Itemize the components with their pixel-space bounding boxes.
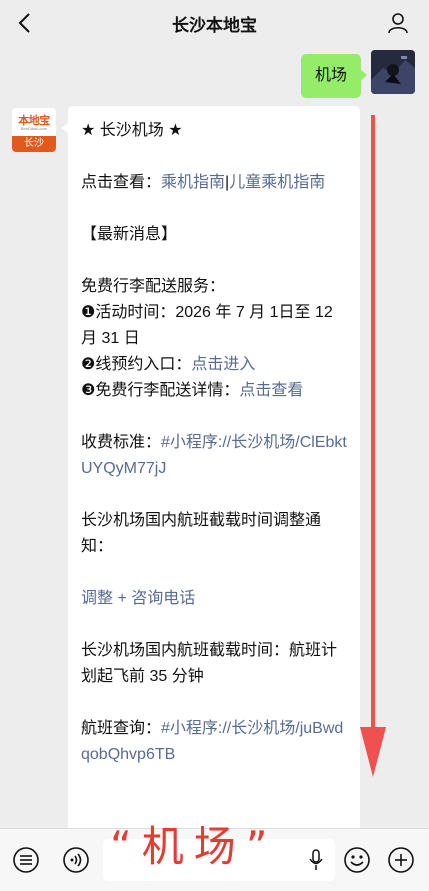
query-prefix: 航班查询： [81,720,162,737]
view-links-line: 点击查看：乘机指南|儿童乘机指南 [81,170,348,196]
menu-list-icon[interactable] [12,846,40,874]
link-service-details[interactable]: 点击查看 [239,382,303,399]
outgoing-bubble[interactable]: 机场 [300,54,368,98]
voice-icon[interactable] [62,846,90,874]
cutoff-text: 长沙机场国内航班截载时间：航班计划起飞前 35 分钟 [81,642,338,685]
fee-line: 收费标准：#小程序://长沙机场/ClEbktUYQyM77jJ [81,430,348,482]
add-icon[interactable] [387,846,415,874]
link-booking-entry[interactable]: 点击进入 [191,356,255,373]
view-prefix: 点击查看： [81,174,162,191]
back-icon[interactable] [12,9,40,37]
service-title: 免费行李配送服务： [81,278,226,295]
user-avatar[interactable] [371,50,415,94]
fee-prefix: 收费标准： [81,434,162,451]
incoming-bubble: ★ 长沙机场 ★ 点击查看：乘机指南|儿童乘机指南 【最新消息】 免费行李配送服… [62,106,360,846]
service-item-time: ❶活动时间：2026 年 7 月 1日至 12 月 31 日 [81,304,333,347]
bot-city-label: 长沙 [12,136,56,152]
notice-link-line: 调整 + 咨询电话 [81,586,348,612]
overlay-caption: “机场” [110,822,278,871]
chat-title: 长沙本地宝 [172,15,257,35]
outgoing-message: 机场 [300,50,415,98]
message-heading: ★ 长沙机场 ★ [81,122,183,139]
chat-header: 长沙本地宝 [0,0,429,46]
details-prefix: ❸免费行李配送详情： [81,382,240,399]
link-notice-adjust[interactable]: 调整 + 咨询电话 [81,590,195,607]
link-boarding-guide[interactable]: 乘机指南 [161,174,225,191]
booking-prefix: ❷线预约入口： [81,356,192,373]
service-item-details: ❸免费行李配送详情：点击查看 [81,378,348,404]
microphone-icon[interactable] [309,849,323,871]
scroll-arrow-annotation-icon [360,115,386,777]
bot-logo-subtext: BenDibao.com [20,126,48,131]
service-item-booking: ❷线预约入口：点击进入 [81,352,348,378]
avatar-image-icon [371,50,415,94]
bot-avatar[interactable]: 本地宝 BenDibao.com 长沙 [12,108,56,152]
emoji-icon[interactable] [343,846,371,874]
query-line: 航班查询：#小程序://长沙机场/juBwdqobQhvp6TB [81,716,348,768]
news-header: 【最新消息】 [81,226,178,243]
link-child-guide[interactable]: 儿童乘机指南 [229,174,325,191]
notice-title: 长沙机场国内航班截载时间调整通知： [81,512,322,555]
profile-icon[interactable] [387,12,409,34]
